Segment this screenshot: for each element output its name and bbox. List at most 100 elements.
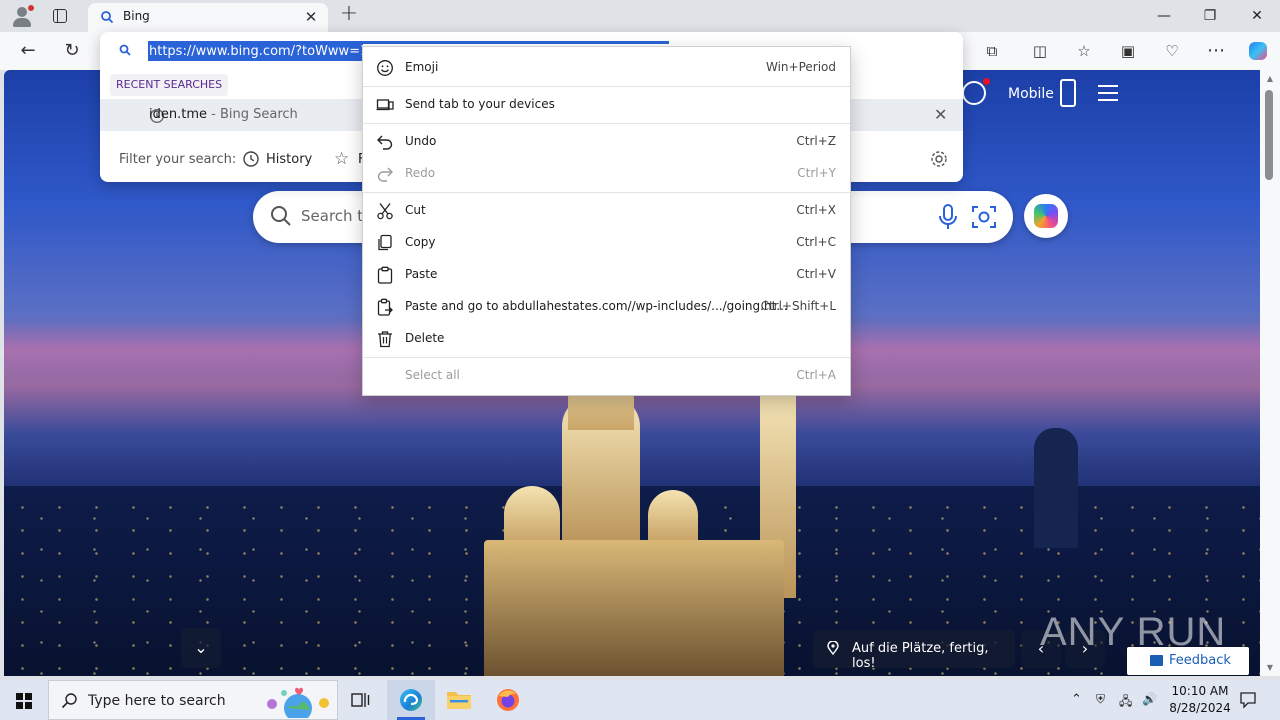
redo-icon bbox=[377, 167, 393, 182]
favorites-star-icon[interactable]: ☆ bbox=[334, 149, 349, 169]
close-window-button[interactable]: ✕ bbox=[1234, 0, 1280, 32]
menu-item-label: Emoji bbox=[405, 60, 439, 74]
menu-item-send-tab[interactable]: Send tab to your devices bbox=[363, 89, 850, 119]
recent-query-suffix: - Bing Search bbox=[207, 107, 298, 122]
back-button[interactable]: ← bbox=[15, 38, 41, 64]
location-caption: Auf die Plätze, fertig, los! bbox=[852, 641, 989, 671]
recent-searches-label: RECENT SEARCHES bbox=[110, 74, 229, 96]
browser-essentials-icon[interactable]: ♡ bbox=[1159, 38, 1185, 64]
remove-suggestion-icon[interactable]: ✕ bbox=[934, 105, 947, 124]
menu-item-label: Paste and go to abdullahestates.com//wp-… bbox=[405, 299, 788, 313]
devices-icon bbox=[376, 99, 394, 111]
task-view-icon bbox=[351, 693, 370, 707]
tab-strip: Bing ✕ + — ❐ ✕ bbox=[0, 0, 1280, 32]
edge-icon bbox=[400, 689, 422, 711]
notifications-icon[interactable] bbox=[1239, 691, 1257, 709]
filter-label: Filter your search: bbox=[119, 152, 237, 167]
taskbar-search-placeholder: Type here to search bbox=[88, 693, 226, 709]
menu-item-delete[interactable]: Delete bbox=[363, 323, 850, 353]
volume-tray-icon[interactable]: 🔊 bbox=[1142, 692, 1157, 706]
copy-icon bbox=[378, 234, 392, 251]
menu-item-paste[interactable]: Paste Ctrl+V bbox=[363, 259, 850, 289]
tab-bing[interactable]: Bing ✕ bbox=[88, 3, 328, 32]
firefox-icon bbox=[497, 689, 519, 711]
close-tab-icon[interactable]: ✕ bbox=[302, 8, 320, 26]
tab-actions-icon[interactable] bbox=[49, 6, 71, 26]
task-view-button[interactable] bbox=[338, 680, 386, 720]
undo-icon bbox=[377, 135, 393, 150]
scrollbar-thumb[interactable] bbox=[1265, 90, 1273, 180]
gear-icon[interactable] bbox=[929, 149, 949, 169]
menu-item-paste-and-go[interactable]: Paste and go to abdullahestates.com//wp-… bbox=[363, 291, 850, 321]
context-menu: Emoji Win+Period Send tab to your device… bbox=[362, 46, 851, 396]
menu-item-shortcut: Ctrl+V bbox=[796, 267, 836, 281]
menu-item-shortcut: Ctrl+C bbox=[796, 235, 836, 249]
menu-item-label: Copy bbox=[405, 235, 436, 249]
copilot-button[interactable] bbox=[1024, 194, 1068, 238]
minimize-button[interactable]: — bbox=[1141, 0, 1187, 32]
emoji-icon bbox=[377, 60, 393, 76]
show-hidden-icons-chevron-icon[interactable]: ⌃ bbox=[1071, 692, 1082, 707]
feedback-icon bbox=[1150, 655, 1163, 666]
menu-item-shortcut: Ctrl+A bbox=[796, 368, 836, 382]
menu-item-label: Redo bbox=[405, 166, 436, 180]
microphone-icon[interactable] bbox=[937, 204, 959, 230]
menu-item-shortcut: Ctrl+Shift+L bbox=[760, 299, 836, 313]
system-clock[interactable]: 10:10 AM 8/28/2024 bbox=[1160, 683, 1240, 717]
search-icon bbox=[271, 206, 291, 226]
menu-separator bbox=[363, 123, 850, 124]
visual-search-icon[interactable] bbox=[971, 204, 997, 230]
address-input[interactable]: https://www.bing.com/?toWww=1& bbox=[148, 43, 363, 61]
menu-item-cut[interactable]: Cut Ctrl+X bbox=[363, 195, 850, 225]
menu-item-shortcut: Win+Period bbox=[765, 60, 836, 74]
image-location-pill[interactable]: Auf die Plätze, fertig, los! bbox=[813, 630, 1015, 671]
scroll-down-button[interactable]: ⌄ bbox=[181, 628, 221, 668]
menu-separator bbox=[363, 86, 850, 87]
menu-item-label: Select all bbox=[405, 368, 460, 382]
feedback-label: Feedback bbox=[1169, 653, 1231, 668]
security-tray-icon[interactable]: ⛨ bbox=[1096, 692, 1105, 707]
basilica-image bbox=[464, 370, 824, 676]
menu-item-label: Cut bbox=[405, 203, 426, 217]
scroll-up-arrow-icon[interactable]: ▲ bbox=[1265, 74, 1275, 83]
menu-item-label: Paste bbox=[405, 267, 438, 281]
network-tray-icon[interactable]: 🖧 bbox=[1119, 692, 1132, 713]
menu-separator bbox=[363, 192, 850, 193]
collections-icon[interactable]: ▣ bbox=[1115, 38, 1141, 64]
menu-item-redo[interactable]: Redo Ctrl+Y bbox=[363, 158, 850, 188]
hamburger-menu-icon[interactable] bbox=[1098, 85, 1120, 115]
extensions-icon[interactable]: ⧉ bbox=[979, 38, 1005, 64]
water-tower-silhouette bbox=[1034, 428, 1078, 548]
profile-avatar-icon[interactable] bbox=[10, 4, 34, 28]
restore-button[interactable]: ❐ bbox=[1187, 0, 1233, 32]
feedback-button[interactable]: Feedback bbox=[1127, 647, 1249, 675]
taskbar-search-box[interactable]: Type here to search bbox=[48, 680, 338, 720]
menu-item-shortcut: Ctrl+Y bbox=[797, 166, 836, 180]
menu-item-label: Delete bbox=[405, 331, 445, 345]
start-button[interactable] bbox=[0, 680, 48, 720]
scroll-down-arrow-icon[interactable]: ▼ bbox=[1265, 663, 1275, 672]
clock-date: 8/28/2024 bbox=[1169, 701, 1231, 715]
menu-item-select-all[interactable]: Select all Ctrl+A bbox=[363, 360, 850, 390]
more-options-icon[interactable]: ⋯ bbox=[1203, 38, 1229, 64]
mobile-link[interactable]: Mobile bbox=[1008, 78, 1088, 108]
split-screen-icon[interactable]: ◫ bbox=[1027, 38, 1053, 64]
page-scrollbar[interactable]: ▲ ▼ bbox=[1260, 70, 1280, 676]
taskbar-file-explorer-button[interactable] bbox=[435, 680, 483, 720]
favorites-icon[interactable]: ☆ bbox=[1071, 38, 1097, 64]
taskbar-firefox-button[interactable] bbox=[484, 680, 532, 720]
clock-time: 10:10 AM bbox=[1171, 684, 1229, 698]
menu-item-undo[interactable]: Undo Ctrl+Z bbox=[363, 126, 850, 156]
taskbar-edge-button[interactable] bbox=[387, 680, 435, 720]
trash-icon bbox=[378, 331, 392, 348]
search-icon bbox=[101, 11, 114, 24]
copilot-sidebar-icon[interactable] bbox=[1245, 38, 1271, 64]
rewards-icon[interactable] bbox=[959, 78, 990, 108]
paste-icon bbox=[377, 266, 393, 284]
new-tab-button[interactable]: + bbox=[338, 3, 360, 26]
menu-item-copy[interactable]: Copy Ctrl+C bbox=[363, 227, 850, 257]
menu-item-label: Send tab to your devices bbox=[405, 97, 555, 111]
history-clock-icon bbox=[243, 151, 259, 167]
refresh-button[interactable]: ↻ bbox=[59, 38, 85, 64]
menu-item-emoji[interactable]: Emoji Win+Period bbox=[363, 52, 850, 82]
